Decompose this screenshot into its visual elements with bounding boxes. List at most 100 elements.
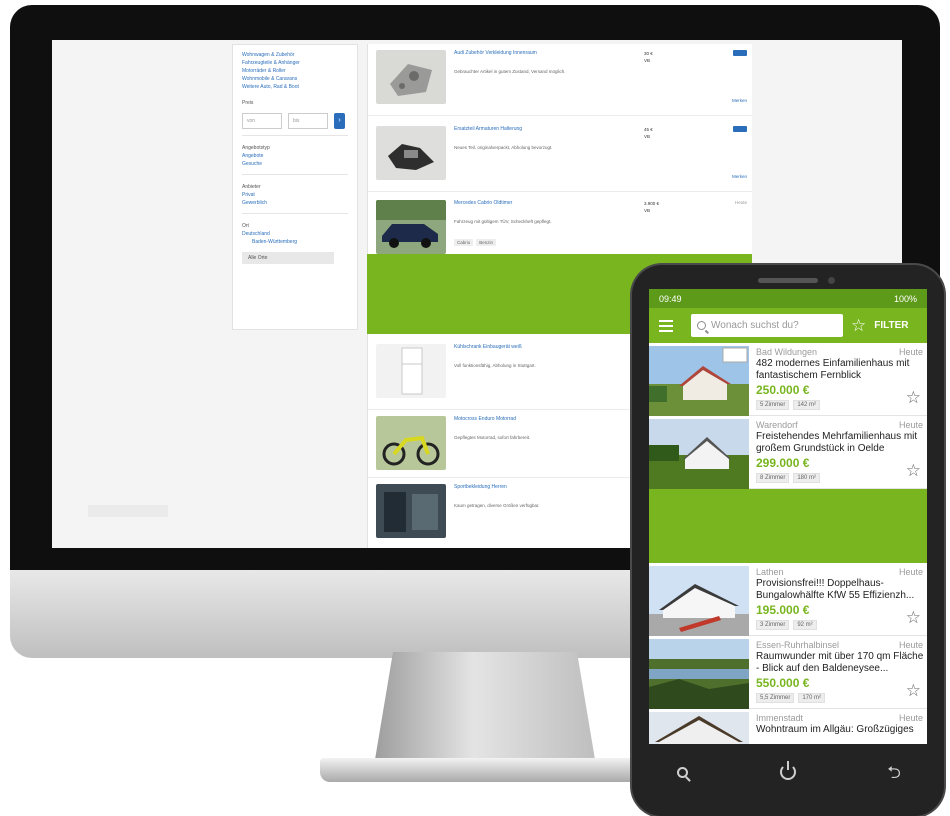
tag-chip: 170 m² [798,693,826,703]
category-link[interactable]: Weitere Auto, Rad & Boot [242,83,348,91]
listing-title[interactable]: Mercedes Cabrio Oldtimer [454,200,640,207]
location-link[interactable]: Baden-Württemberg [242,238,348,246]
list-item[interactable]: Audi Zubehör Verkleidung Innenraum Gebra… [368,44,753,116]
listing-description: Neues Teil, originalverpackt, Abholung b… [454,145,553,150]
search-input[interactable]: Wonach suchst du? [691,314,843,337]
ad-banner[interactable] [649,489,927,563]
price-from-input[interactable]: von [242,113,282,129]
part-photo [376,50,446,104]
promo-scene: Wohnwagen & Zubehör Fahrzeugteile & Anhä… [0,0,950,816]
offer-type-link[interactable]: Gesuche [242,160,348,168]
status-time: 09:49 [659,293,682,304]
category-link[interactable]: Wohnmobile & Caravans [242,75,348,83]
status-battery: 100% [893,293,917,304]
offer-type-link[interactable]: Angebote [242,152,348,160]
nav-back-button[interactable]: ⮌ [874,757,914,787]
fridge-photo [376,344,446,398]
nav-search-button[interactable] [662,757,702,787]
favorite-star-icon[interactable]: ☆ [906,682,921,699]
house-photo [649,419,749,489]
listing-title[interactable]: Sportbekleidung Herren [454,484,640,491]
part-photo [376,126,446,180]
listing-title[interactable]: Freistehendes Mehrfamilienhaus mit große… [756,431,924,455]
radius-select[interactable]: Alle Orte [242,252,334,264]
list-item[interactable]: Ersatzteil Armaturen Halterung Neues Tei… [368,120,753,192]
list-item[interactable]: Lathen Heute Provisionsfrei!!! Doppelhau… [649,563,927,636]
search-icon [697,321,706,330]
smartphone: 09:49 100% Wonach suchst du? ☆ FILTER Ba… [632,265,944,816]
listing-date: Heute [898,713,923,723]
category-link[interactable]: Fahrzeugteile & Anhänger [242,59,348,67]
price-heading: Preis [242,100,254,106]
search-icon [676,766,688,778]
phone-camera [828,277,835,284]
list-item[interactable]: Warendorf Heute Freistehendes Mehrfamili… [649,416,927,489]
status-bar: 09:49 100% [649,289,927,308]
power-icon [780,761,796,780]
saved-search-star-icon[interactable]: ☆ [851,317,866,334]
listing-description: Kaum getragen, diverse Größen verfügbar. [454,503,540,508]
category-link[interactable]: Wohnwagen & Zubehör [242,51,348,59]
price-submit-button[interactable]: › [334,113,345,129]
listing-title[interactable]: Wohntraum im Allgäu: Großzügiges [756,724,924,744]
favorite-star-icon[interactable]: ☆ [906,609,921,626]
menu-icon[interactable] [659,319,673,332]
listing-title[interactable]: Raumwunder mit über 170 qm Fläche - Blic… [756,651,924,675]
house-photo [649,712,749,744]
listing-location: Immenstadt [756,713,804,723]
watch-link[interactable]: Merken [732,174,747,179]
listing-title[interactable]: Audi Zubehör Verkleidung Innenraum [454,50,640,57]
favorite-star-icon[interactable]: ☆ [906,462,921,479]
category-link[interactable]: Motorräder & Roller [242,67,348,75]
list-item[interactable]: Bad Wildungen Heute 482 modernes Einfami… [649,343,927,416]
listing-title[interactable]: Motocross Enduro Motorrad [454,416,640,423]
listing-price: 250.000 € [756,383,810,397]
seller-heading: Anbieter [242,184,261,190]
monitor-stand-base [320,758,650,782]
listing-title[interactable]: 482 modernes Einfamilienhaus mit fantast… [756,358,924,382]
offer-type-heading: Angebotstyp [242,145,270,151]
list-item[interactable]: Mercedes Cabrio Oldtimer Fahrzeug mit gü… [368,194,753,256]
listing-price: 3.900 € VB [644,201,660,213]
back-icon: ⮌ [887,762,901,782]
listing-price: 299.000 € [756,456,810,470]
monitor-stand-neck [374,652,596,762]
listing-title[interactable]: Provisionsfrei!!! Doppelhaus-Bungalowhäl… [756,578,924,602]
watch-link[interactable]: Merken [732,98,747,103]
list-item[interactable]: Immenstadt Heute Wohntraum im Allgäu: Gr… [649,709,927,744]
phone-screen: 09:49 100% Wonach suchst du? ☆ FILTER Ba… [649,289,927,744]
filter-button[interactable]: FILTER [874,320,908,331]
tag-chip: Benzin [476,239,497,246]
listing-tags: 8 Zimmer 180 m² [756,473,821,483]
seller-link[interactable]: Gewerblich [242,199,348,207]
divider [242,213,348,214]
tag-chip: 180 m² [793,473,821,483]
listing-location: Warendorf [756,420,798,430]
listing-location: Bad Wildungen [756,347,818,357]
listing-date: Heute [898,420,923,430]
listing-tags: 3 Zimmer 92 m² [756,620,817,630]
highlight-badge [733,126,747,132]
listing-title[interactable]: Kühlschrank Einbaugerät weiß [454,344,640,351]
tag-chip: Cabrio [454,239,474,246]
nav-home-button[interactable] [768,757,808,787]
listing-date: Heute [734,200,747,205]
listing-description: Gepflegtes Motorrad, sofort fahrbereit. [454,435,531,440]
divider [242,174,348,175]
location-heading: Ort [242,223,249,229]
listing-feed: Bad Wildungen Heute 482 modernes Einfami… [649,343,927,744]
listing-description: Voll funktionsfähig, Abholung in Stuttga… [454,363,536,368]
favorite-star-icon[interactable]: ☆ [906,389,921,406]
list-item[interactable]: Essen-Ruhrhalbinsel Heute Raumwunder mit… [649,636,927,709]
listing-price: 195.000 € [756,603,810,617]
listing-date: Heute [898,640,923,650]
tag-chip: 3 Zimmer [756,620,790,630]
tag-chip: 142 m² [793,400,821,410]
price-to-input[interactable]: bis [288,113,328,129]
listing-description: Fahrzeug mit gültigem TÜV, Scheckheft ge… [454,219,552,224]
phone-nav-bar: ⮌ [662,757,914,787]
listing-price: 45 € VB [644,127,653,139]
listing-title[interactable]: Ersatzteil Armaturen Halterung [454,126,640,133]
location-link[interactable]: Deutschland [242,230,348,238]
seller-link[interactable]: Privat [242,191,348,199]
